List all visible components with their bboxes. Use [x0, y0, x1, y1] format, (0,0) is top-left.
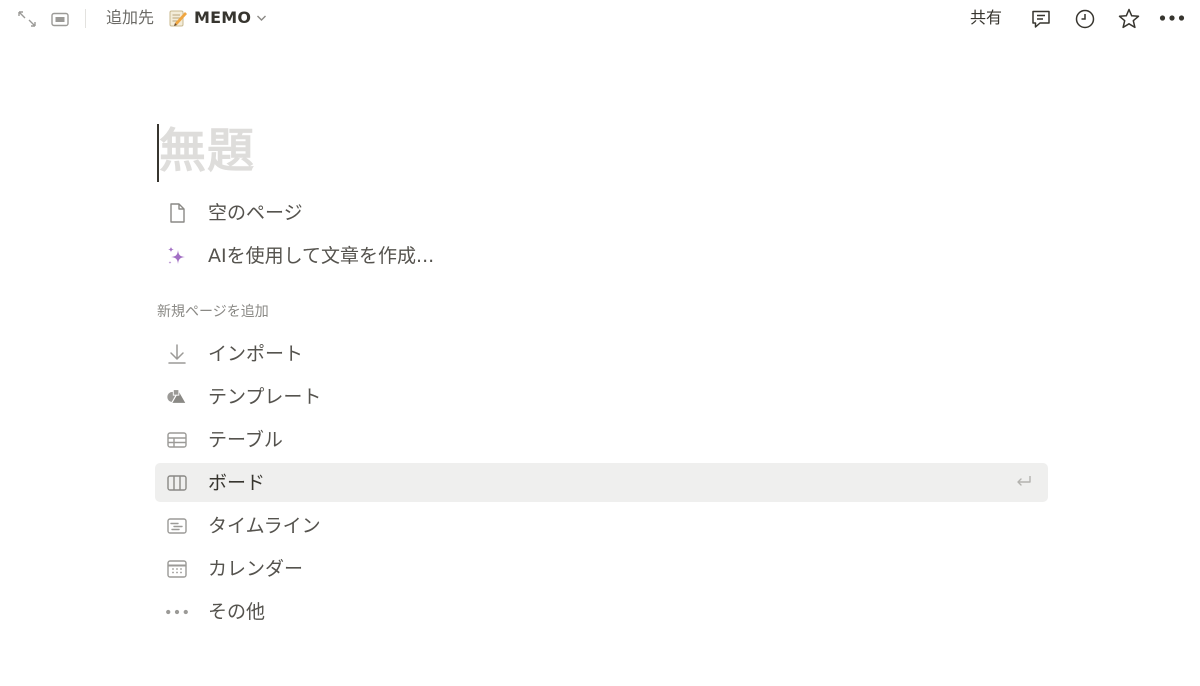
timeline-icon [165, 514, 189, 538]
ai-sparkle-icon [165, 244, 189, 268]
add-to-label: 追加先 [106, 8, 155, 27]
chevron-down-icon [256, 14, 267, 22]
star-icon[interactable] [1116, 6, 1142, 32]
calendar-icon [165, 557, 189, 581]
target-page-name: MEMO [194, 8, 252, 27]
template-label: テンプレート [208, 385, 322, 408]
board-icon [165, 471, 189, 495]
board-option[interactable]: ボード [155, 463, 1048, 502]
more-options-label: その他 [208, 600, 266, 623]
expand-icon[interactable] [16, 9, 38, 29]
timeline-label: タイムライン [208, 514, 321, 537]
more-icon [165, 600, 189, 624]
page-icon [165, 201, 189, 225]
calendar-label: カレンダー [208, 557, 304, 580]
toolbar-divider [85, 9, 86, 28]
page-title-placeholder: 無題 [159, 124, 255, 179]
table-label: テーブル [208, 428, 283, 451]
target-page-selector[interactable]: MEMO [168, 7, 267, 29]
peek-mode-icon[interactable] [50, 10, 70, 28]
template-option[interactable]: テンプレート [155, 377, 1048, 416]
empty-page-label: 空のページ [208, 201, 303, 224]
empty-page-option[interactable]: 空のページ [155, 193, 1048, 232]
table-icon [165, 428, 189, 452]
memo-emoji-icon [168, 8, 188, 28]
enter-key-icon [1014, 473, 1034, 495]
ai-write-option[interactable]: AIを使用して文章を作成... [155, 236, 1048, 275]
import-icon [165, 342, 189, 366]
more-options-option[interactable]: その他 [155, 592, 1048, 631]
board-label: ボード [208, 471, 266, 494]
share-button[interactable]: 共有 [970, 7, 1002, 29]
clock-icon[interactable] [1073, 7, 1097, 31]
import-option[interactable]: インポート [155, 334, 1048, 373]
ai-write-label: AIを使用して文章を作成... [208, 244, 435, 267]
template-icon [165, 385, 189, 409]
comment-icon[interactable] [1029, 7, 1053, 31]
calendar-option[interactable]: カレンダー [155, 549, 1048, 588]
more-icon[interactable] [1158, 8, 1186, 28]
top-bar: 追加先 MEMO 共有 [0, 0, 1200, 38]
table-option[interactable]: テーブル [155, 420, 1048, 459]
import-label: インポート [208, 342, 304, 365]
new-page-section-heading: 新規ページを追加 [157, 304, 269, 320]
timeline-option[interactable]: タイムライン [155, 506, 1048, 545]
